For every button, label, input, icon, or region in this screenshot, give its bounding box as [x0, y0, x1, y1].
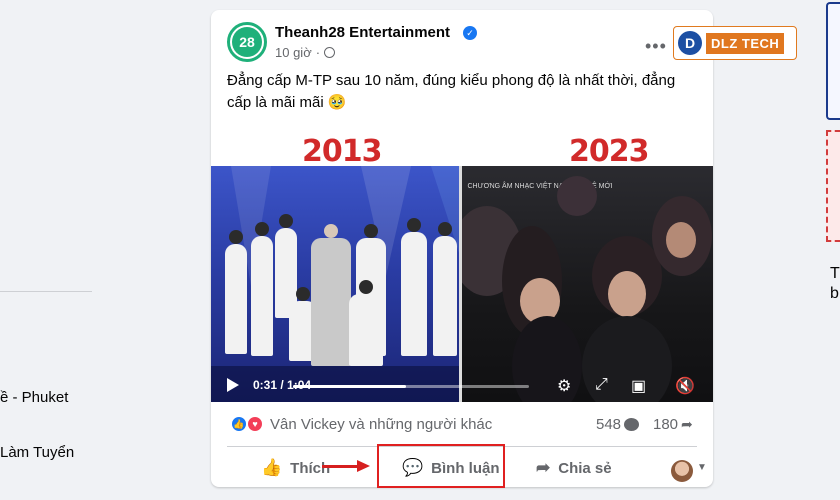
video-controls: 0:31 / 1:04 ⚙ ⤢ ▣ 🔇 [211, 370, 713, 402]
crowd-shape [556, 176, 597, 216]
seek-bar-fill [293, 385, 407, 388]
dancer [401, 218, 427, 356]
picture-in-picture-icon[interactable]: ▣ [631, 376, 646, 396]
play-icon[interactable] [227, 378, 239, 392]
dancer [349, 280, 383, 366]
post-caption: Đẳng cấp M-TP sau 10 năm, đúng kiểu phon… [227, 72, 676, 111]
video-frame-2013 [211, 166, 459, 402]
page-avatar[interactable]: 28 [227, 22, 267, 62]
share-icon: ➦ [536, 458, 551, 477]
post-card: 28 Theanh28 Entertainment ✓ 10 giờ · •••… [211, 10, 713, 487]
share-label: Chia sẻ [558, 459, 612, 477]
reaction-names[interactable]: Vân Vickey và những người khác [270, 416, 492, 433]
page-name[interactable]: Theanh28 Entertainment [275, 24, 450, 41]
right-text-2: b [830, 285, 839, 302]
dlz-logo-text: DLZ TECH [706, 32, 785, 54]
share-count[interactable]: 180 ➦ [653, 416, 693, 433]
dancer [311, 224, 351, 366]
comment-count[interactable]: 548 [596, 416, 640, 433]
more-options-button[interactable]: ••• [645, 36, 667, 57]
like-label: Thích [290, 459, 331, 477]
love-reaction-icon: ♥ [246, 415, 264, 433]
crowd-face [665, 222, 696, 258]
post-header: 28 Theanh28 Entertainment ✓ 10 giờ · ••• [227, 22, 697, 66]
meta-dot: · [315, 45, 321, 60]
right-panel-card [826, 2, 840, 120]
share-button[interactable]: ➦ Chia sẻ [536, 454, 612, 482]
globe-icon [324, 47, 336, 58]
annotation-arrow-line [322, 465, 360, 468]
post-meta: 10 giờ · [275, 45, 336, 60]
dancer [251, 222, 273, 356]
left-sidebar-divider [0, 291, 92, 292]
audience-avatar[interactable] [671, 460, 693, 482]
year-label-right: 2023 [569, 134, 649, 169]
expand-icon[interactable]: ⤢ [595, 376, 608, 394]
video-player[interactable]: CHƯƠNG ÂM NHẠC VIỆT NAM THẾ HỆ MỚI [211, 166, 713, 402]
year-label-left: 2013 [302, 134, 382, 169]
right-ad-card[interactable] [826, 130, 840, 242]
like-button[interactable]: 👍 Thích [261, 454, 330, 482]
thumbs-up-icon: 👍 [261, 458, 283, 477]
dlz-tech-watermark: D DLZ TECH [673, 26, 797, 60]
annotation-arrow-head [357, 460, 370, 472]
right-text-1: T [830, 265, 840, 282]
chevron-down-icon[interactable]: ▼ [697, 462, 707, 473]
share-arrow-icon: ➦ [681, 416, 693, 432]
post-time[interactable]: 10 giờ [275, 45, 312, 60]
avatar-badge: 28 [232, 27, 262, 57]
reaction-summary: 👍 ♥ Vân Vickey và những người khác 548 1… [227, 412, 697, 436]
verified-icon: ✓ [463, 26, 477, 40]
seek-bar[interactable] [293, 385, 529, 388]
crowd-face [607, 271, 646, 317]
comment-count-value: 548 [596, 416, 622, 433]
dlz-logo-mark: D [678, 31, 702, 55]
volume-icon[interactable]: 🔇 [675, 376, 695, 396]
comment-bubble-icon [624, 418, 640, 431]
sidebar-item-tuyen[interactable]: Làm Tuyển [0, 444, 74, 461]
dancer [225, 230, 247, 354]
comment-highlight-box [377, 444, 505, 488]
dancer [433, 222, 457, 356]
settings-icon[interactable]: ⚙ [557, 376, 571, 396]
share-count-value: 180 [653, 416, 679, 433]
sidebar-item-phuket[interactable]: ề - Phuket [0, 389, 68, 406]
video-frame-2023: CHƯƠNG ÂM NHẠC VIỆT NAM THẾ HỆ MỚI [461, 166, 713, 402]
